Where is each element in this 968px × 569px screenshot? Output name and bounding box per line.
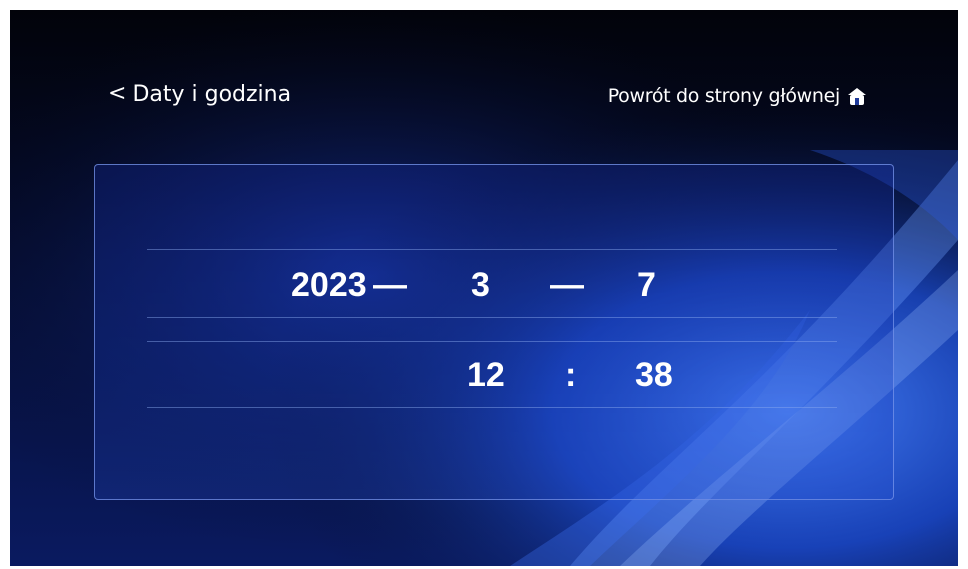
home-button[interactable]: Powrót do strony głównej (608, 78, 868, 114)
datetime-panel: 2023 — 3 — 7 12 : 38 (94, 164, 894, 500)
divider (147, 341, 837, 342)
date-row: 2023 — 3 — 7 (95, 255, 895, 315)
divider (147, 407, 837, 408)
page-title: Daty i godzina (132, 81, 292, 107)
home-icon (846, 86, 868, 106)
time-row: 12 : 38 (95, 345, 895, 405)
time-separator: : (565, 355, 577, 394)
divider (147, 317, 837, 318)
year-picker[interactable]: 2023 (291, 255, 367, 315)
hour-picker[interactable]: 12 (467, 345, 505, 405)
home-label: Powrót do strony głównej (607, 85, 841, 107)
date-separator: — (550, 265, 584, 304)
date-separator: — (373, 265, 407, 304)
month-picker[interactable]: 3 (471, 255, 490, 315)
back-button[interactable]: < Daty i godzina (108, 76, 291, 112)
day-picker[interactable]: 7 (637, 255, 656, 315)
minute-picker[interactable]: 38 (635, 345, 673, 405)
device-screen: < Daty i godzina Powrót do strony główne… (10, 10, 958, 566)
chevron-left-icon: < (108, 81, 127, 106)
divider (147, 249, 837, 250)
